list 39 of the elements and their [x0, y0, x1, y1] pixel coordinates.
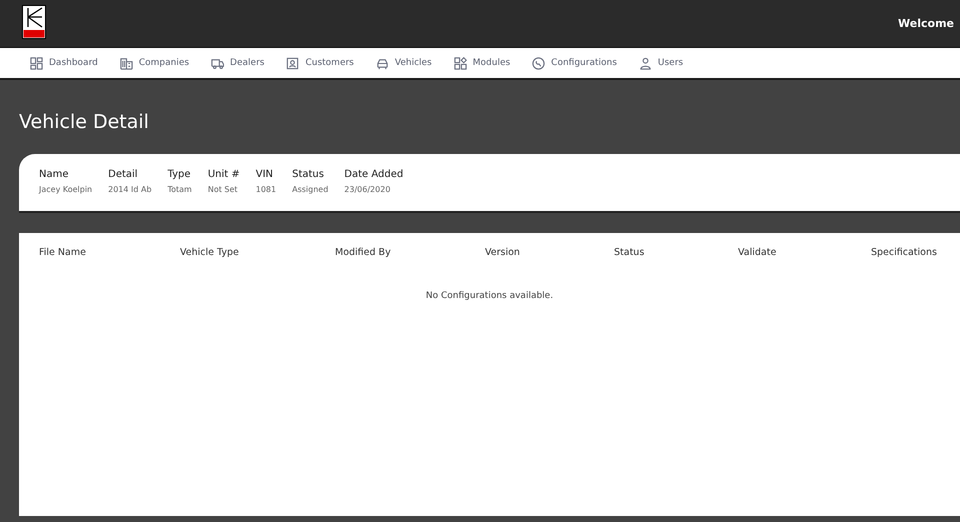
field-value: Totam: [168, 184, 192, 196]
nav-link[interactable]: Customers: [286, 56, 354, 70]
field-value: 23/06/2020: [344, 184, 392, 196]
field-label: Unit #: [208, 168, 240, 182]
field-value: 1081: [256, 184, 276, 196]
field-value: 2014 Id Ab: [108, 184, 152, 196]
field-label: Detail: [108, 168, 139, 182]
building-icon: [120, 56, 133, 70]
page-title: Vehicle Detail: [19, 110, 150, 135]
column-header: Version: [485, 247, 521, 258]
nav-link[interactable]: Dashboard: [30, 56, 98, 70]
column-header: Specifications: [871, 247, 938, 258]
logo-icon[interactable]: [22, 5, 46, 39]
id-card-icon: [286, 56, 300, 70]
welcome-text: Welcome: [898, 17, 954, 30]
nav-link[interactable]: Modules: [454, 56, 510, 70]
field-label: Date Added: [344, 168, 404, 182]
user-icon: [638, 56, 652, 70]
column-header: Validate: [738, 247, 778, 258]
column-header: Modified By: [335, 247, 392, 258]
field-label: VIN: [256, 168, 274, 182]
field-value: Not Set: [208, 184, 239, 196]
nav-link[interactable]: Dealers: [211, 56, 264, 70]
field-label: Type: [168, 168, 192, 182]
car-icon: [376, 56, 389, 70]
field-value: Assigned: [292, 184, 328, 196]
nav-link[interactable]: Companies: [120, 56, 190, 70]
column-header: Vehicle Type: [180, 247, 240, 258]
field-value: Jacey Koelpin: [39, 184, 92, 196]
column-header: File Name: [39, 247, 87, 258]
field-label: Name: [39, 168, 70, 182]
nav-link[interactable]: Users: [638, 56, 684, 70]
field-label: Status: [292, 168, 325, 182]
grid-icon: [30, 56, 43, 70]
nav-link[interactable]: Configurations: [532, 56, 617, 70]
empty-message: No Configurations available.: [424, 291, 554, 301]
nav-link[interactable]: Vehicles: [376, 56, 432, 70]
column-header: Status: [614, 247, 646, 258]
truck-icon: [211, 56, 224, 70]
